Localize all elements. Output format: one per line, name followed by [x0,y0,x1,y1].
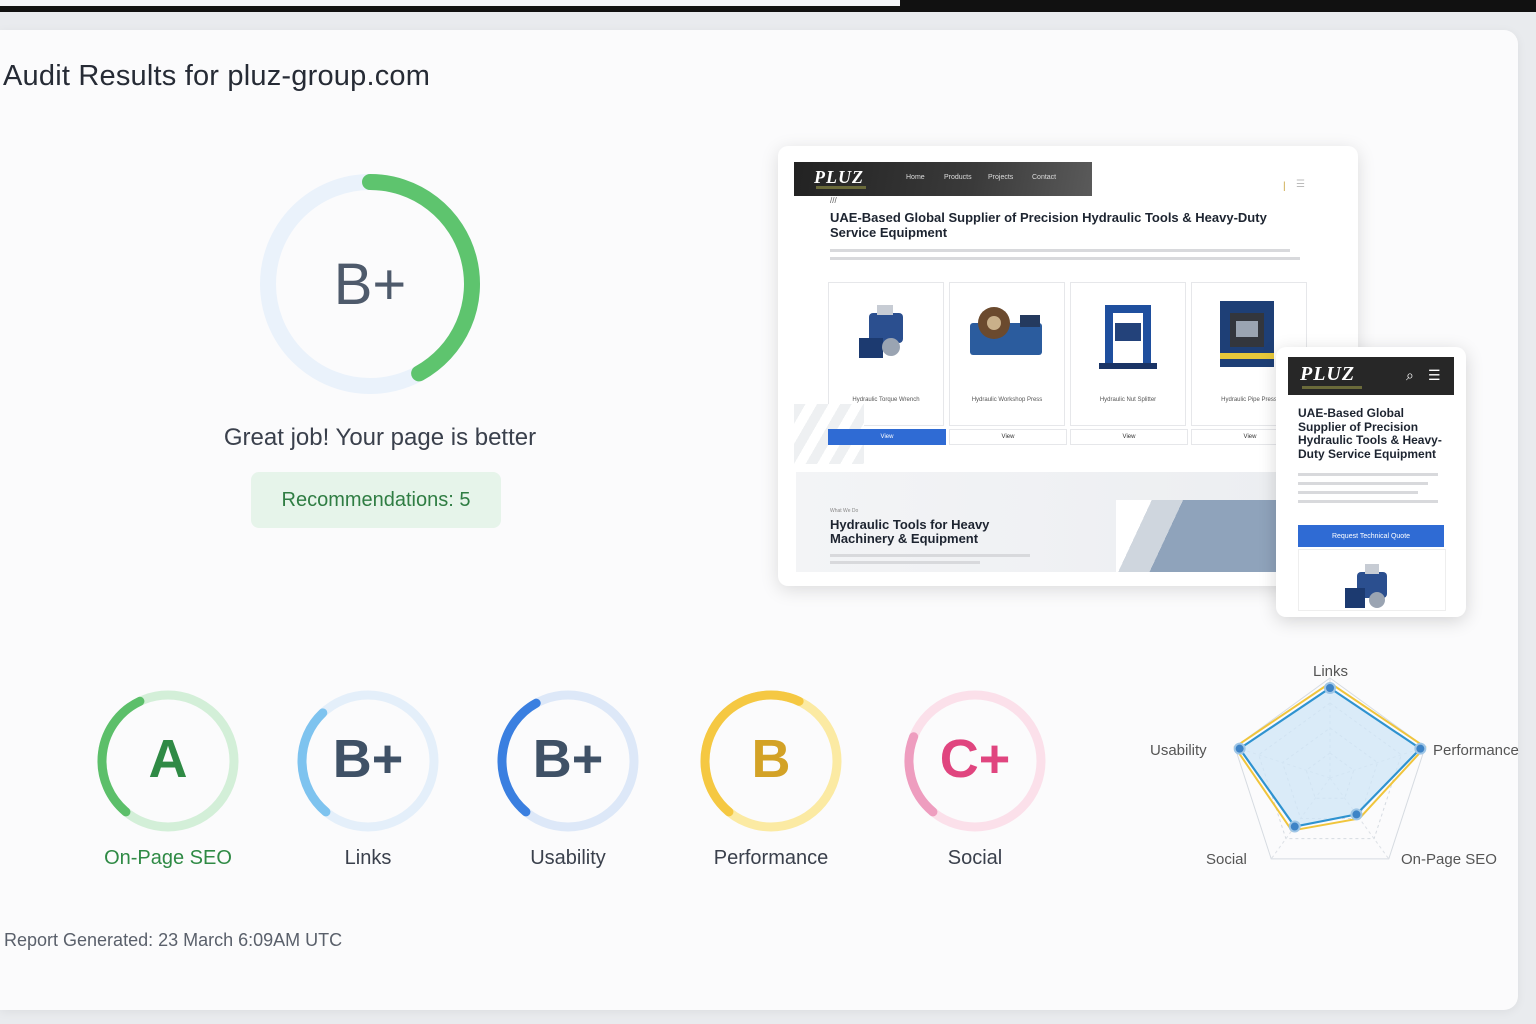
category-label[interactable]: Performance [671,847,871,870]
radar-point [1324,682,1336,694]
product-photo [1298,549,1446,611]
view-button[interactable]: View [1070,429,1188,445]
desktop-intro-lines [830,246,1300,260]
menu-icon[interactable]: ☰ [1296,179,1305,190]
summary-message: Great job! Your page is better [223,424,537,451]
category-grade: B+ [532,729,604,789]
desktop-logo: PLUZ [814,167,864,187]
decor-slashes: /// [830,196,837,205]
category-grade: C+ [939,729,1011,789]
radar-label-onpage: On-Page SEO [1401,851,1497,868]
desktop-nav-bar: PLUZ Home Products Projects Contact [794,162,1092,196]
radar-label-performance: Performance [1433,742,1519,759]
product-card[interactable]: Hydraulic Workshop Press [949,282,1065,426]
request-quote-button[interactable]: Request Technical Quote [1298,525,1444,547]
radar-point [1288,820,1301,833]
radar-label-usability: Usability [1150,742,1207,759]
radar-point [1233,742,1246,755]
services-band: What We Do Hydraulic Tools for Heavy Mac… [796,472,1306,572]
nav-link-projects[interactable]: Projects [988,174,1013,181]
nav-link-contact[interactable]: Contact [1032,174,1056,181]
view-button[interactable]: View [828,429,946,445]
mobile-logo: PLUZ [1300,363,1356,385]
band-title: Hydraulic Tools for Heavy Machinery & Eq… [830,517,990,546]
category-grade: B [751,729,791,789]
product-card[interactable]: Hydraulic Nut Splitter [1070,282,1186,426]
window-top-bar [0,0,1536,12]
category-label[interactable]: On-Page SEO [68,847,268,870]
category-grade: B+ [332,729,404,789]
logo-subline [816,186,866,189]
mobile-intro-lines [1298,469,1448,503]
radar-label-social: Social [1206,851,1247,868]
product-label: Hydraulic Workshop Press [971,397,1043,403]
category-label[interactable]: Social [875,847,1075,870]
band-kicker: What We Do [830,508,859,514]
nut-splitter-icon [1099,305,1157,369]
radar-label-links: Links [1313,663,1349,680]
search-icon[interactable]: ⌕ [1406,367,1414,384]
accent-divider-icon: | [1283,181,1286,192]
torque-wrench-icon [1345,564,1387,608]
overall-grade: B+ [333,251,407,317]
torque-wrench-icon [859,305,903,358]
radar-series-area [1238,686,1423,828]
report-timestamp: Report Generated: 23 March 6:09AM UTC [4,930,343,950]
page-title: Audit Results for pluz-group.com [3,60,431,92]
top-bar-highlight [0,0,900,6]
radar-point [1414,742,1427,755]
radar-chart [1233,677,1427,860]
logo-subline [1302,386,1362,389]
radar-point [1350,808,1363,821]
mobile-nav-bar: PLUZ ⌕ ☰ [1288,357,1454,395]
recommendations-badge[interactable]: Recommendations: 5 [251,472,501,528]
category-label[interactable]: Usability [468,847,668,870]
product-label: Hydraulic Nut Splitter [1099,397,1157,403]
product-label: Hydraulic Torque Wrench [852,397,920,403]
view-button[interactable]: View [949,429,1067,445]
desktop-preview: PLUZ Home Products Projects Contact | ☰ … [778,146,1358,586]
nav-link-home[interactable]: Home [906,174,925,181]
nav-link-products[interactable]: Products [944,174,972,181]
band-text-lines [830,552,1050,564]
mobile-headline: UAE-Based Global Supplier of Precision H… [1298,406,1442,461]
category-label[interactable]: Links [268,847,468,870]
desktop-headline: UAE-Based Global Supplier of Precision H… [830,210,1267,240]
menu-icon[interactable]: ☰ [1428,367,1441,384]
mobile-preview: PLUZ ⌕ ☰ UAE-Based Global Supplier of Pr… [1276,347,1466,617]
workshop-press-icon [970,307,1042,355]
category-grade: A [148,729,188,789]
